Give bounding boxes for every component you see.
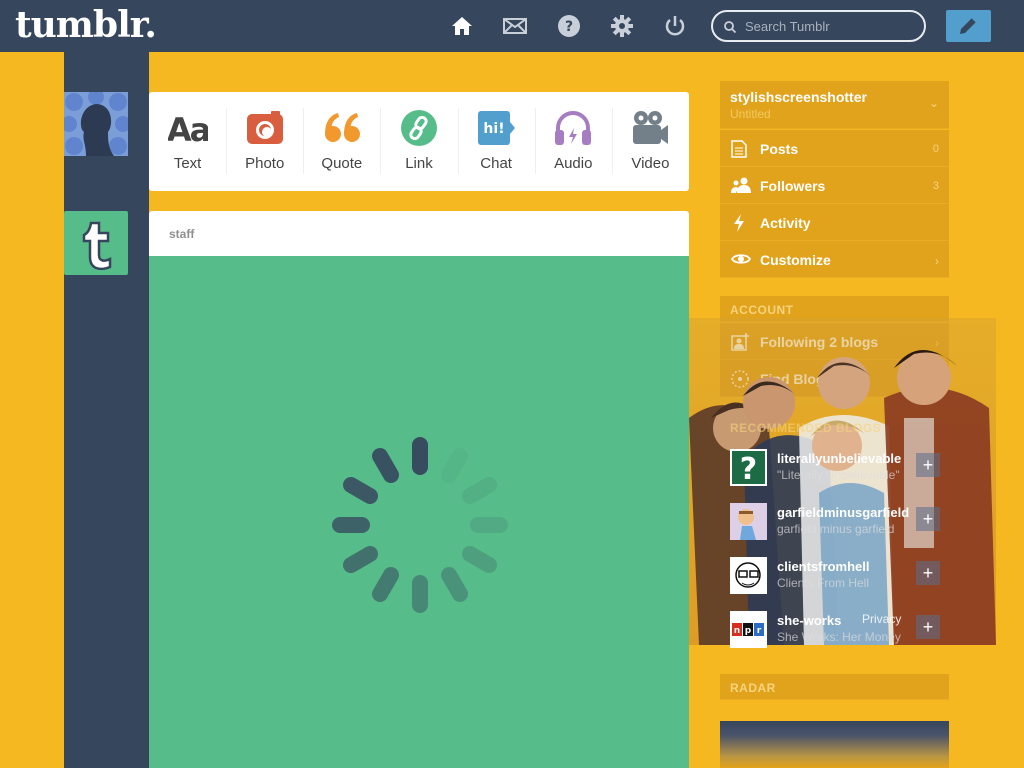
follow-button[interactable]: +	[916, 561, 940, 585]
sidebar-item-activity[interactable]: Activity	[720, 204, 949, 241]
blog-avatar: npr	[730, 611, 767, 648]
svg-text:?: ?	[565, 19, 573, 35]
help-icon[interactable]: ?	[557, 14, 581, 38]
post-type-chat[interactable]: hi! Chat	[457, 92, 535, 191]
recommended-blog-item[interactable]: garfieldminusgarfield garfield minus gar…	[720, 495, 949, 549]
post-type-video[interactable]: Video	[611, 92, 689, 191]
power-icon[interactable]	[663, 14, 687, 38]
gear-icon[interactable]	[610, 14, 634, 38]
radar-image[interactable]	[720, 721, 949, 768]
blog-selector[interactable]: stylishscreenshotter Untitled ⌄	[720, 81, 949, 129]
quote-icon	[322, 110, 362, 146]
blog-avatar: ?	[730, 449, 767, 486]
eye-icon	[730, 251, 752, 272]
post-type-bar: Aa Text Photo Quote Link hi! Chat Audio	[149, 92, 689, 191]
compose-button[interactable]	[946, 10, 991, 42]
search-input[interactable]	[745, 18, 915, 34]
lightning-icon	[731, 214, 747, 237]
search-box[interactable]	[711, 10, 926, 42]
camera-icon	[245, 110, 285, 146]
mail-icon[interactable]	[503, 14, 527, 38]
post-type-audio[interactable]: Audio	[534, 92, 612, 191]
user-avatar[interactable]	[64, 92, 128, 156]
document-icon	[731, 140, 747, 163]
sidebar-item-posts[interactable]: Posts 0	[720, 130, 949, 167]
headphones-icon	[553, 110, 593, 146]
svg-text:r: r	[757, 626, 762, 636]
tumblr-logo[interactable]: tumblr.	[15, 4, 157, 46]
staff-avatar[interactable]	[64, 211, 128, 275]
link-icon	[399, 110, 439, 146]
video-camera-icon	[630, 110, 670, 146]
tumblr-t-icon	[82, 221, 112, 271]
chevron-right-icon: ›	[935, 254, 939, 268]
blog-avatar	[730, 503, 767, 540]
svg-text:hi!: hi!	[484, 121, 505, 137]
dashboard-post: staff	[149, 211, 689, 768]
follow-button[interactable]: +	[916, 507, 940, 531]
followers-icon	[731, 177, 751, 198]
home-icon[interactable]	[450, 14, 474, 38]
svg-text:?: ?	[740, 452, 757, 486]
blog-avatar	[730, 557, 767, 594]
svg-text:n: n	[734, 626, 740, 636]
post-header: staff	[149, 211, 689, 256]
posts-count: 0	[932, 143, 939, 155]
dashboard-left-rail	[64, 52, 149, 768]
followers-count: 3	[932, 180, 939, 192]
blog-subtitle: Untitled	[730, 107, 771, 121]
sidebar-item-customize[interactable]: Customize ›	[720, 241, 949, 278]
loading-spinner-icon	[332, 437, 508, 618]
post-type-quote[interactable]: Quote	[303, 92, 380, 191]
post-author[interactable]: staff	[169, 227, 194, 241]
chevron-down-icon: ⌄	[928, 96, 939, 110]
top-navigation-bar: tumblr. ?	[0, 0, 1024, 52]
blog-name: stylishscreenshotter	[730, 89, 867, 105]
pencil-icon	[960, 17, 977, 34]
radar-section-header: RADAR	[720, 674, 949, 700]
svg-text:Aa: Aa	[168, 111, 208, 146]
follow-button[interactable]: +	[916, 615, 940, 639]
recommended-blog-item[interactable]: npr she-works She Works: Her Money +	[720, 603, 949, 657]
sidebar-item-followers[interactable]: Followers 3	[720, 167, 949, 204]
privacy-link[interactable]: Privacy	[862, 612, 901, 626]
post-type-text[interactable]: Aa Text	[149, 92, 226, 191]
recommended-blog-item[interactable]: ? literallyunbelievable "Literally Unbel…	[720, 441, 949, 495]
follow-button[interactable]: +	[916, 453, 940, 477]
recommended-blog-item[interactable]: clientsfromhell Clients From Hell +	[720, 549, 949, 603]
search-icon	[724, 20, 737, 38]
post-type-photo[interactable]: Photo	[226, 92, 303, 191]
chat-icon: hi!	[476, 110, 516, 146]
svg-text:p: p	[745, 626, 752, 636]
recommended-section-header: RECOMMENDED BLOGS	[730, 421, 882, 435]
post-type-link[interactable]: Link	[380, 92, 457, 191]
text-icon: Aa	[166, 110, 211, 149]
